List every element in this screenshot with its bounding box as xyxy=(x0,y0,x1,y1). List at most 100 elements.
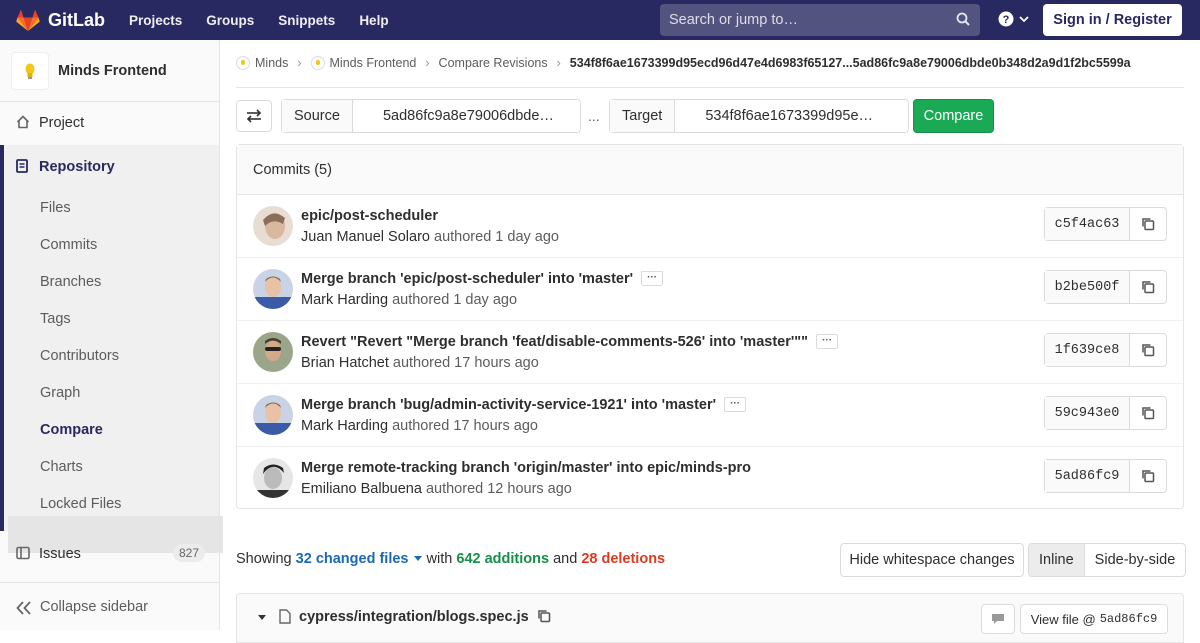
copy-icon[interactable] xyxy=(537,609,551,623)
sidebar-subitem-contributors[interactable]: Contributors xyxy=(40,348,119,364)
breadcrumb-current[interactable]: 534f8f6ae1673399d95ecd96d47e4d6983f65127… xyxy=(570,56,1131,70)
commit-time: authored 17 hours ago xyxy=(392,355,539,371)
collapse-sidebar-button[interactable]: Collapse sidebar xyxy=(0,582,219,630)
expand-message-button[interactable]: ··· xyxy=(724,396,747,412)
commit-sha-button[interactable]: 5ad86fc9 xyxy=(1045,460,1130,492)
nav-groups[interactable]: Groups xyxy=(206,13,254,28)
commit-sha-button[interactable]: c5f4ac63 xyxy=(1045,208,1130,240)
issues-count-badge: 827 xyxy=(172,544,205,562)
gitlab-tanuki-icon xyxy=(16,9,40,31)
sidebar-subitem-graph[interactable]: Graph xyxy=(40,385,80,401)
sidebar-item-repository[interactable]: Repository xyxy=(0,148,219,185)
swap-revisions-button[interactable] xyxy=(236,100,272,132)
copy-sha-button[interactable] xyxy=(1130,460,1166,492)
double-chevron-left-icon xyxy=(16,601,31,615)
breadcrumb-item-compare[interactable]: Compare Revisions xyxy=(439,56,548,70)
sidebar-subitem-tags[interactable]: Tags xyxy=(40,311,71,327)
commit-title[interactable]: Revert "Revert "Merge branch 'feat/disab… xyxy=(301,333,839,350)
sidebar-item-project[interactable]: Project xyxy=(0,104,219,141)
commit-title[interactable]: Merge remote-tracking branch 'origin/mas… xyxy=(301,460,751,476)
breadcrumb-item-project[interactable]: Minds Frontend xyxy=(330,56,417,70)
avatar[interactable] xyxy=(253,458,293,498)
commit-time: authored 1 day ago xyxy=(434,229,559,245)
commit-meta: Mark Harding authored 17 hours ago xyxy=(301,418,538,434)
changed-files-count[interactable]: 32 changed files xyxy=(296,551,409,567)
commit-sha-group: b2be500f xyxy=(1044,270,1167,304)
chevron-down-icon xyxy=(1019,16,1029,23)
commit-author[interactable]: Mark Harding xyxy=(301,418,388,434)
nav-help[interactable]: Help xyxy=(359,13,388,28)
user-avatar-icon xyxy=(253,269,293,309)
target-revision-value[interactable]: 534f8f6ae1673399d95e… xyxy=(675,100,873,132)
top-navbar: GitLab Projects Groups Snippets Help Sea… xyxy=(0,0,1200,40)
sidebar-subitem-locked-files[interactable]: Locked Files xyxy=(40,496,121,512)
commit-author[interactable]: Juan Manuel Solaro xyxy=(301,229,430,245)
commit-title-text[interactable]: Merge branch 'epic/post-scheduler' into … xyxy=(301,271,633,287)
changed-files-dropdown[interactable]: 32 changed files xyxy=(296,551,423,567)
commit-meta: Juan Manuel Solaro authored 1 day ago xyxy=(301,229,559,245)
avatar[interactable] xyxy=(253,206,293,246)
issues-icon xyxy=(16,546,30,560)
sidebar-item-label: Project xyxy=(39,114,85,131)
sidebar-subitem-files[interactable]: Files xyxy=(40,200,71,216)
sidebar-subitem-charts[interactable]: Charts xyxy=(40,459,83,475)
sidebar-subitem-branches[interactable]: Branches xyxy=(40,274,101,290)
diff-file-name[interactable]: cypress/integration/blogs.spec.js xyxy=(299,609,529,625)
breadcrumb-item-minds[interactable]: Minds xyxy=(255,56,288,70)
inline-view-button[interactable]: Inline xyxy=(1029,544,1085,576)
file-icon xyxy=(279,609,291,624)
commit-sha-group: 1f639ce8 xyxy=(1044,333,1167,367)
signin-button[interactable]: Sign in / Register xyxy=(1043,4,1182,36)
search-icon xyxy=(956,12,970,26)
comment-icon xyxy=(992,614,1004,624)
help-dropdown[interactable]: ? xyxy=(998,11,1030,27)
copy-icon xyxy=(1142,281,1155,294)
commit-sha-button[interactable]: 59c943e0 xyxy=(1045,397,1130,429)
commit-meta: Brian Hatchet authored 17 hours ago xyxy=(301,355,539,371)
commit-sha-button[interactable]: b2be500f xyxy=(1045,271,1130,303)
collapse-caret-icon[interactable] xyxy=(257,614,267,622)
commit-title-text[interactable]: Revert "Revert "Merge branch 'feat/disab… xyxy=(301,334,808,350)
copy-sha-button[interactable] xyxy=(1130,208,1166,240)
search-input[interactable]: Search or jump to… xyxy=(660,4,980,36)
summary-with: with xyxy=(426,551,453,567)
commit-author[interactable]: Mark Harding xyxy=(301,292,388,308)
avatar[interactable] xyxy=(253,332,293,372)
compare-button[interactable]: Compare xyxy=(913,99,994,133)
view-file-sha: 5ad86fc9 xyxy=(1099,612,1158,626)
diff-summary: Showing 32 changed files with 642 additi… xyxy=(236,551,665,567)
copy-sha-button[interactable] xyxy=(1130,271,1166,303)
project-avatar-icon xyxy=(310,56,325,70)
sidebar-subitem-commits[interactable]: Commits xyxy=(40,237,97,253)
commit-author[interactable]: Brian Hatchet xyxy=(301,355,389,371)
sidebar-item-label: Repository xyxy=(39,158,115,175)
hide-whitespace-button[interactable]: Hide whitespace changes xyxy=(840,543,1024,577)
breadcrumb-separator-icon: › xyxy=(425,56,430,70)
gitlab-logo[interactable]: GitLab xyxy=(16,9,105,31)
commit-sha-button[interactable]: 1f639ce8 xyxy=(1045,334,1130,366)
commit-author[interactable]: Emiliano Balbuena xyxy=(301,481,422,497)
avatar[interactable] xyxy=(253,395,293,435)
copy-sha-button[interactable] xyxy=(1130,397,1166,429)
commit-title[interactable]: Merge branch 'bug/admin-activity-service… xyxy=(301,396,747,413)
source-revision-value[interactable]: 5ad86fc9a8e79006dbde… xyxy=(353,100,554,132)
nav-projects[interactable]: Projects xyxy=(129,13,182,28)
expand-message-button[interactable]: ··· xyxy=(641,270,664,286)
source-revision-field[interactable]: Source 5ad86fc9a8e79006dbde… xyxy=(281,99,581,133)
user-avatar-icon xyxy=(253,458,293,498)
side-by-side-view-button[interactable]: Side-by-side xyxy=(1085,544,1186,576)
expand-message-button[interactable]: ··· xyxy=(816,333,839,349)
sidebar-item-issues[interactable]: Issues 827 xyxy=(0,535,219,572)
sidebar-subitem-compare[interactable]: Compare xyxy=(40,422,103,438)
nav-snippets[interactable]: Snippets xyxy=(278,13,335,28)
commit-title[interactable]: epic/post-scheduler xyxy=(301,208,438,224)
user-avatar-icon xyxy=(253,395,293,435)
copy-sha-button[interactable] xyxy=(1130,334,1166,366)
deletions-count: 28 deletions xyxy=(581,551,666,567)
avatar[interactable] xyxy=(253,269,293,309)
commit-title[interactable]: Merge branch 'epic/post-scheduler' into … xyxy=(301,270,664,287)
target-revision-field[interactable]: Target 534f8f6ae1673399d95e… xyxy=(609,99,909,133)
sidebar-project-header[interactable]: Minds Frontend xyxy=(0,40,219,102)
commit-title-text[interactable]: Merge branch 'bug/admin-activity-service… xyxy=(301,397,716,413)
commit-meta: Mark Harding authored 1 day ago xyxy=(301,292,517,308)
